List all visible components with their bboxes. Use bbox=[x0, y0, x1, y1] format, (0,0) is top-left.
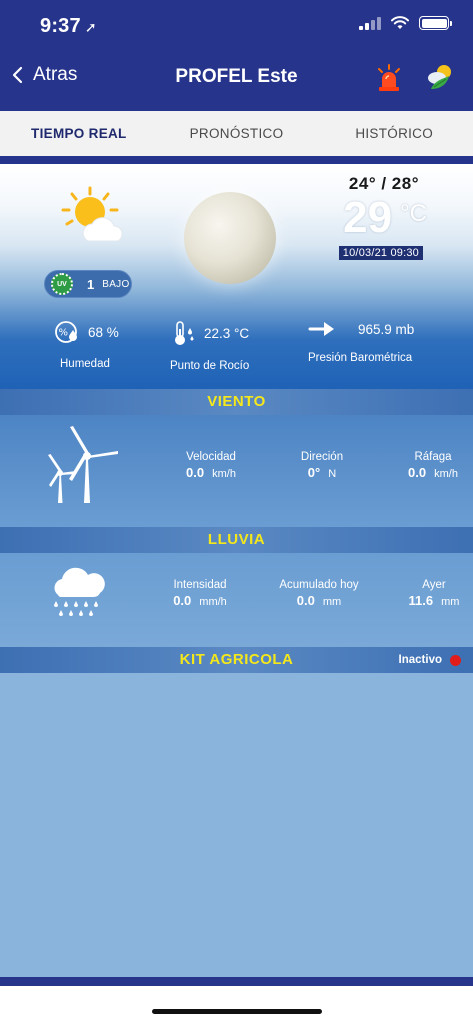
min-max-temperature: 24° / 28° bbox=[348, 174, 419, 193]
wind-panel: Velocidad 0.0 km/h Direción 0° N Ráfaga 0.… bbox=[0, 415, 473, 527]
wind-speed: Velocidad 0.0 km/h bbox=[180, 451, 242, 480]
temperature-unit: °C bbox=[400, 200, 427, 227]
reading-timestamp: 10/03/21 09:30 bbox=[338, 246, 423, 260]
wind-section-header: VIENTO bbox=[0, 389, 473, 415]
battery-icon bbox=[419, 16, 452, 30]
moon-image bbox=[184, 192, 276, 284]
rain-yesterday-label: Ayer bbox=[422, 579, 446, 591]
pressure-label: Presión Barométrica bbox=[308, 352, 413, 364]
wind-speed-label: Velocidad bbox=[186, 451, 236, 463]
wind-gust-label: Ráfaga bbox=[414, 451, 452, 463]
uv-badge-icon: UV bbox=[51, 273, 73, 295]
kit-section-header: KIT AGRICOLA Inactivo bbox=[0, 647, 473, 673]
status-dot-icon bbox=[450, 654, 461, 666]
rain-yesterday: Ayer 11.6 mm bbox=[402, 579, 466, 608]
rain-intensity-value: 0.0 bbox=[173, 593, 192, 608]
humidity-value: 68 % bbox=[88, 324, 119, 340]
uv-level: BAJO bbox=[102, 278, 130, 290]
tab-tiempo-real[interactable]: TIEMPO REAL bbox=[0, 111, 158, 156]
uv-value: 1 bbox=[87, 276, 95, 292]
wind-gust-value: 0.0 bbox=[408, 465, 427, 480]
weather-app-icon[interactable] bbox=[425, 62, 455, 92]
rain-title: LLUVIA bbox=[207, 531, 266, 548]
home-indicator[interactable] bbox=[152, 1009, 322, 1014]
kit-status-label: Inactivo bbox=[398, 654, 442, 666]
wind-direction-value: 0° bbox=[307, 465, 321, 480]
dew-point-metric: 22.3 °C Punto de Rocío bbox=[170, 320, 250, 372]
temperature-value: 29 bbox=[343, 193, 393, 242]
wind-speed-value: 0.0 bbox=[186, 465, 205, 480]
wind-direction-unit: N bbox=[328, 468, 337, 480]
humidity-metric: % 68 % Humedad bbox=[54, 320, 119, 370]
wind-direction-label: Direción bbox=[300, 451, 344, 463]
main-content: UV 1 BAJO 24° / 28° 29 °C 10/03/21 09:30… bbox=[0, 164, 473, 977]
humidity-icon: % bbox=[55, 321, 77, 343]
dew-point-value: 22.3 °C bbox=[204, 325, 250, 341]
rain-today-unit: mm bbox=[322, 596, 342, 608]
rain-intensity-label: Intensidad bbox=[173, 579, 227, 591]
tab-historico[interactable]: HISTÓRICO bbox=[315, 111, 473, 156]
wind-turbine-icon bbox=[48, 426, 118, 503]
kit-title: KIT AGRICOLA bbox=[179, 651, 294, 668]
top-bar: 9:37 ➚ Atras PROFEL Este bbox=[0, 0, 473, 111]
wind-speed-unit: km/h bbox=[212, 468, 236, 480]
pressure-value: 965.9 mb bbox=[358, 321, 415, 337]
humidity-label: Humedad bbox=[60, 358, 110, 370]
tab-pronostico[interactable]: PRONÓSTICO bbox=[158, 111, 316, 156]
bottom-strip bbox=[0, 977, 473, 986]
clock-text: 9:37 bbox=[40, 15, 81, 37]
svg-text:%: % bbox=[59, 328, 69, 339]
uv-index-pill: UV 1 BAJO bbox=[44, 270, 132, 298]
rain-intensity-unit: mm/h bbox=[199, 596, 227, 608]
cellular-signal-icon bbox=[359, 16, 381, 30]
rain-yesterday-unit: mm bbox=[441, 596, 460, 608]
rain-today-label: Acumulado hoy bbox=[279, 579, 359, 591]
status-time: 9:37 ➚ bbox=[40, 15, 97, 38]
location-arrow-icon: ➚ bbox=[84, 19, 97, 35]
wind-direction: Direción 0° N bbox=[292, 451, 352, 480]
rain-section-header: LLUVIA bbox=[0, 527, 473, 553]
wifi-icon bbox=[391, 16, 409, 29]
thermometer-icon bbox=[175, 321, 194, 345]
status-indicators bbox=[359, 16, 452, 30]
rain-accumulated-today: Acumulado hoy 0.0 mm bbox=[274, 579, 364, 608]
rain-panel: Intensidad 0.0 mm/h Acumulado hoy 0.0 mm A… bbox=[0, 553, 473, 647]
rain-yesterday-value: 11.6 bbox=[408, 593, 434, 608]
current-temperature: 29 °C bbox=[343, 196, 427, 240]
rain-cloud-icon bbox=[54, 567, 105, 616]
rain-intensity: Intensidad 0.0 mm/h bbox=[168, 579, 232, 608]
wind-title: VIENTO bbox=[207, 393, 266, 410]
alarm-siren-icon[interactable] bbox=[375, 63, 403, 93]
partly-sunny-icon bbox=[61, 186, 123, 242]
wind-gust-unit: km/h bbox=[434, 468, 458, 480]
tab-bar: TIEMPO REAL PRONÓSTICO HISTÓRICO bbox=[0, 111, 473, 156]
arrow-right-icon bbox=[308, 322, 334, 336]
current-conditions: UV 1 BAJO 24° / 28° 29 °C 10/03/21 09:30… bbox=[0, 164, 473, 389]
tab-divider bbox=[0, 156, 473, 164]
rain-today-value: 0.0 bbox=[296, 593, 315, 608]
dew-point-label: Punto de Rocío bbox=[170, 360, 250, 372]
pressure-metric: 965.9 mb Presión Barométrica bbox=[308, 320, 415, 365]
wind-gust: Ráfaga 0.0 km/h bbox=[402, 451, 464, 480]
kit-status: Inactivo bbox=[399, 647, 461, 673]
